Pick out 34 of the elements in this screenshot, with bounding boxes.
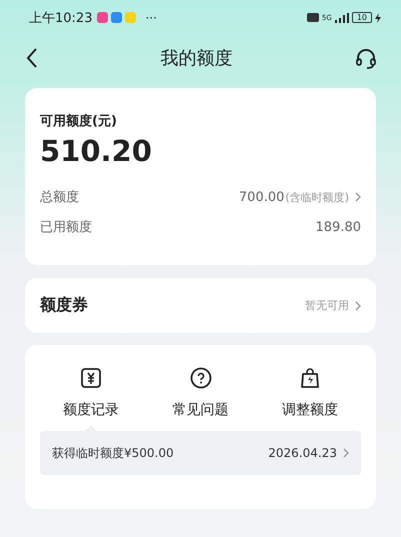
available-amount: 510.20 [40, 134, 153, 168]
row-note: (含临时额度) [285, 190, 349, 204]
app-icon [97, 12, 108, 23]
coupon-card[interactable]: 额度券 暂无可用 [25, 278, 376, 333]
bag-lightning-icon[interactable] [299, 367, 321, 389]
coupon-status: 暂无可用 [305, 298, 349, 313]
row-label: 已用额度 [40, 219, 92, 236]
row-value: 700.00 [238, 190, 284, 204]
status-time: 上午10:23 [29, 10, 92, 26]
yuan-icon[interactable] [80, 367, 102, 389]
back-icon[interactable] [26, 48, 38, 68]
action-tab[interactable]: 常见问题 [172, 401, 228, 419]
app-icon [125, 12, 136, 23]
signal-icon [334, 12, 349, 22]
headset-icon[interactable] [355, 46, 377, 68]
chevron-icon [343, 448, 349, 458]
row-value: 189.80 [316, 220, 361, 234]
row-label: 总额度 [40, 189, 79, 206]
available-label: 可用额度(元) [40, 112, 118, 130]
battery-level: 10 [352, 12, 372, 23]
record-text: 获得临时额度¥500.00 [52, 444, 174, 462]
chevron-icon [355, 300, 361, 310]
charging-icon [375, 12, 381, 22]
coupon-label: 额度券 [40, 295, 88, 316]
more-notifications: ··· [145, 10, 157, 24]
action-tab[interactable]: 额度记录 [63, 401, 119, 419]
app-icon [111, 12, 122, 23]
page-title: 我的额度 [160, 46, 232, 70]
record-date: 2026.04.23 [268, 446, 337, 460]
question-icon[interactable] [190, 367, 212, 389]
chevron-icon[interactable] [355, 192, 361, 202]
action-tab[interactable]: 调整额度 [282, 401, 338, 419]
hd-icon [306, 13, 319, 22]
record-row[interactable]: 获得临时额度¥500.00 2026.04.23 [40, 431, 361, 475]
